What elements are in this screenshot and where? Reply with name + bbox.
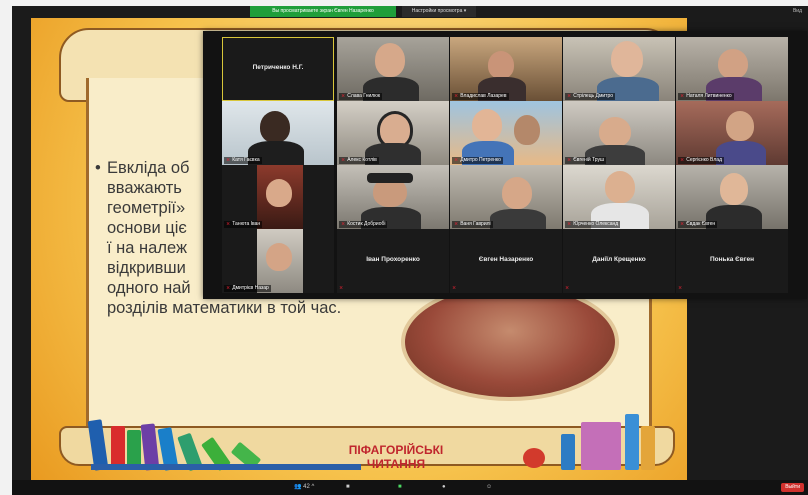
- muted-mic-icon: ⨯: [567, 157, 572, 163]
- participant-name: ⨯ Танюта Іван: [224, 221, 263, 228]
- participant-name: ⨯ Владислав Лазарев: [452, 93, 509, 100]
- participant-tile[interactable]: Даніїл Крещенко ⨯: [563, 229, 675, 293]
- participant-name: Понька Євген: [709, 256, 755, 263]
- participant-tile[interactable]: ⨯ Стрілець Дмитро: [563, 37, 675, 101]
- participant-name: ⨯ Юрченко Олександ: [565, 221, 621, 228]
- muted-mic-icon: ⨯: [226, 157, 231, 163]
- participant-name: ⨯ Алекс Котлів: [339, 157, 379, 164]
- share-screen-button[interactable]: ■: [398, 483, 402, 492]
- muted-mic-icon: ⨯: [454, 157, 459, 163]
- event-title-line1: ПІФАГОРІЙСЬКІ: [348, 443, 444, 457]
- participant-tile[interactable]: ⨯ Сергієнко Влад: [676, 101, 788, 165]
- view-toggle[interactable]: Вид: [793, 7, 802, 16]
- participant-name: Іван Прохоренко: [366, 256, 420, 263]
- participant-name: Даніїл Крещенко: [592, 256, 646, 263]
- participants-count: 42: [303, 484, 310, 490]
- muted-mic-icon: ⨯: [339, 285, 344, 291]
- participant-tile[interactable]: ⨯ Дмитро Петренко: [450, 101, 562, 165]
- muted-mic-icon: ⨯: [680, 93, 685, 99]
- slide-line: розділів математики в той час.: [107, 299, 342, 317]
- participant-name: ⨯ Дмитрієв Назар: [224, 285, 271, 292]
- euclid-portrait-image: [401, 283, 619, 401]
- participant-name: ⨯ Наталя Литвиненко: [678, 93, 734, 100]
- participant-name: ⨯ Євгеній Труш: [565, 157, 607, 164]
- muted-mic-icon: ⨯: [341, 221, 346, 227]
- chat-icon: ■: [346, 484, 350, 490]
- participant-name: Євген Назаренко: [478, 256, 534, 263]
- participant-tile[interactable]: ⨯ Костик Добриобі: [337, 165, 449, 229]
- reactions-button[interactable]: ☺: [486, 483, 492, 492]
- participant-name: Петриченко Н.Г.: [252, 64, 304, 71]
- muted-mic-icon: ⨯: [454, 221, 459, 227]
- books-illustration: [87, 410, 361, 472]
- record-icon: ●: [442, 484, 446, 490]
- muted-mic-icon: ⨯: [567, 93, 572, 99]
- muted-mic-icon: ⨯: [226, 285, 231, 291]
- muted-mic-icon: ⨯: [454, 93, 459, 99]
- slide-bullet: •: [95, 159, 101, 177]
- view-options-button[interactable]: Настройки просмотра ▾: [402, 6, 476, 17]
- muted-mic-icon: ⨯: [680, 221, 685, 227]
- event-title-line2: ЧИТАННЯ: [366, 457, 426, 471]
- participants-button[interactable]: 👥 42 ^: [294, 483, 314, 492]
- participant-tile[interactable]: ⨯ Катя Гаєвка: [222, 101, 334, 165]
- participant-tile[interactable]: ⨯ Євгеній Труш: [563, 101, 675, 165]
- participant-name: ⨯ Костик Добриобі: [339, 221, 388, 228]
- participant-name: ⨯ Слава Гнилюк: [339, 93, 383, 100]
- leave-meeting-button[interactable]: Выйти: [781, 483, 804, 492]
- view-options-label: Настройки просмотра: [411, 8, 463, 14]
- muted-mic-icon: ⨯: [680, 157, 685, 163]
- participant-name: ⨯ Сергієнко Влад: [678, 157, 724, 164]
- participant-tile[interactable]: ⨯ Дмитрієв Назар: [222, 229, 334, 293]
- participant-tile[interactable]: ⨯ Юрченко Олександ: [563, 165, 675, 229]
- apple-illustration: [523, 448, 545, 468]
- muted-mic-icon: ⨯: [452, 285, 457, 291]
- muted-mic-icon: ⨯: [678, 285, 683, 291]
- record-button[interactable]: ●: [442, 483, 446, 492]
- muted-mic-icon: ⨯: [341, 93, 346, 99]
- reactions-icon: ☺: [486, 484, 493, 490]
- books-right-illustration: [561, 410, 661, 470]
- event-title: ПІФАГОРІЙСЬКІ ЧИТАННЯ: [341, 443, 451, 471]
- screen-share-banner: Вы просматриваете экран Євген Назаренко: [250, 6, 396, 17]
- participant-tile[interactable]: ⨯ Євдак Євген: [676, 165, 788, 229]
- chevron-down-icon: ▾: [463, 8, 467, 14]
- participant-tile[interactable]: Понька Євген ⨯: [676, 229, 788, 293]
- share-screen-icon: ■: [398, 484, 402, 490]
- muted-mic-icon: ⨯: [567, 221, 572, 227]
- participant-tile[interactable]: ⨯ Ваня Гаврилі: [450, 165, 562, 229]
- participant-tile[interactable]: ⨯ Танюта Іван: [222, 165, 334, 229]
- muted-mic-icon: ⨯: [226, 221, 231, 227]
- participant-tile[interactable]: Іван Прохоренко ⨯: [337, 229, 449, 293]
- participant-tile[interactable]: Євген Назаренко ⨯: [450, 229, 562, 293]
- participant-name: ⨯ Ваня Гаврилі: [452, 221, 493, 228]
- meeting-toolbar: 👥 42 ^ ■ ■ ● ☺ Выйти: [12, 480, 808, 495]
- chat-button[interactable]: ■: [346, 483, 350, 492]
- participant-name: ⨯ Євдак Євген: [678, 221, 718, 228]
- participant-tile-host[interactable]: Петриченко Н.Г.: [222, 37, 334, 101]
- participant-tile[interactable]: ⨯ Алекс Котлів: [337, 101, 449, 165]
- participant-gallery: Петриченко Н.Г. ⨯ Слава Гнилюк ⨯ Владислав…: [203, 31, 807, 299]
- participant-tile[interactable]: ⨯ Слава Гнилюк: [337, 37, 449, 101]
- muted-mic-icon: ⨯: [565, 285, 570, 291]
- muted-mic-icon: ⨯: [341, 157, 346, 163]
- participant-name: ⨯ Стрілець Дмитро: [565, 93, 616, 100]
- participant-name: ⨯ Дмитро Петренко: [452, 157, 503, 164]
- participant-tile[interactable]: ⨯ Наталя Литвиненко: [676, 37, 788, 101]
- participant-name: ⨯ Катя Гаєвка: [224, 157, 262, 164]
- participants-icon: 👥: [294, 484, 302, 490]
- chevron-up-icon: ^: [311, 484, 315, 490]
- participant-tile[interactable]: ⨯ Владислав Лазарев: [450, 37, 562, 101]
